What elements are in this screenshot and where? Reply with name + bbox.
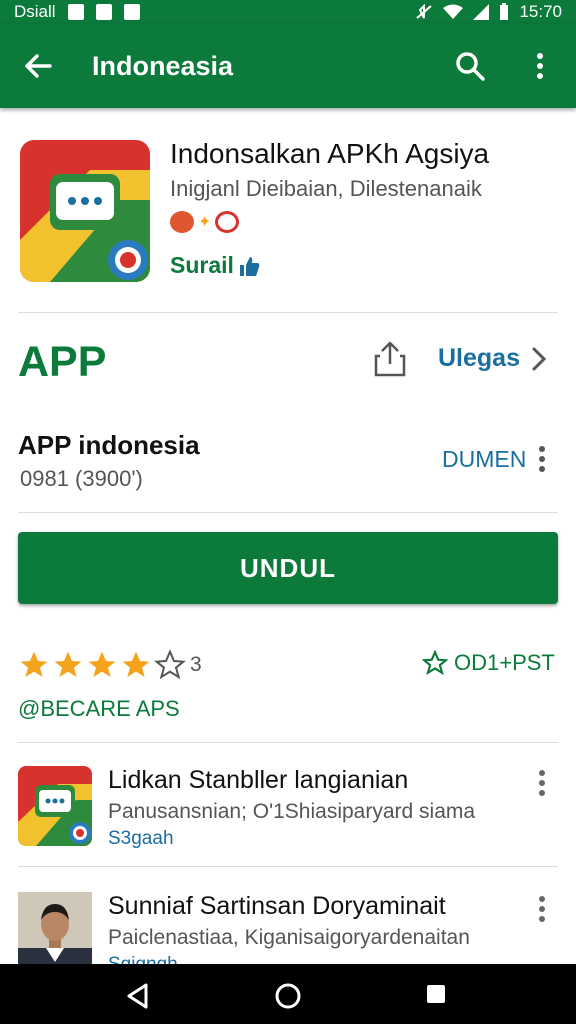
nav-recents-icon[interactable] [424,982,448,1006]
chevron-right-icon[interactable] [528,344,550,374]
app-tag-label: Surail [170,252,234,278]
notification-icon [67,4,84,20]
rating-stars: 3 [18,646,202,684]
star-filled-icon [54,651,82,677]
app-bar: Indoneasia [0,24,576,108]
star-filled-icon [20,651,48,677]
wishlist-label: OD1+PST [454,650,555,675]
star-empty-icon [154,649,186,680]
section-label: @BECARE APS [18,696,180,721]
update-link[interactable]: Ulegas [438,344,520,373]
person-avatar [18,892,92,972]
more-vert-icon[interactable] [536,768,548,798]
badge-icon [170,211,194,233]
developer-name: APP indonesia [18,430,200,460]
list-item-tag: S3gaah [108,828,174,849]
carrier-label: Dsiall [14,2,56,21]
app-developer-line: Inigjanl Dieibaian, Dilestenanaik [170,176,482,201]
divider [18,742,558,743]
app-label: APP [18,338,107,386]
wishlist-button[interactable]: OD1+PST [422,650,555,676]
app-bar-title: Indoneasia [92,51,234,81]
install-button[interactable]: UNDUL [18,532,558,604]
app-title: Indonsalkan APKh Agsiya [170,138,490,169]
battery-icon [500,3,509,20]
divider [18,866,558,867]
mute-icon [416,4,433,19]
search-icon[interactable] [454,50,486,82]
list-item-title: Sunniaf Sartinsan Doryaminait [108,892,446,920]
nav-home-icon[interactable] [274,982,302,1010]
back-arrow-icon[interactable] [22,50,54,82]
share-icon[interactable] [372,340,408,378]
star-filled-icon [88,651,116,677]
app-tag[interactable]: Surail [170,252,260,279]
list-item-title: Lidkan Stanbller langianian [108,766,409,794]
status-time: 15:70 [519,2,562,21]
system-nav-bar [0,964,576,1024]
list-item-subtitle: Paiclenastiaa, Kiganisaigoryardenaitan [108,926,470,949]
thumbs-up-icon [239,256,260,276]
notification-icon [95,4,112,20]
more-vert-icon[interactable] [536,894,548,924]
star-outline-icon [422,650,448,676]
rating-count: 3 [190,653,202,676]
divider [18,512,558,513]
badge-icon [215,211,240,233]
list-item-subtitle: Panusansnian; O'1Shiasiparyard siama [108,800,476,823]
app-icon [20,140,150,282]
nav-back-icon[interactable] [124,982,152,1010]
plus-icon: ✦ [198,214,212,231]
star-filled-icon [122,651,150,677]
notification-icon [123,4,140,20]
status-bar: Dsiall 15:70 [0,0,576,24]
signal-icon [473,4,490,20]
list-item[interactable]: Lidkan Stanbller langianian Panusansnian… [0,766,576,866]
developer-number: 0981 (3900') [20,466,143,491]
wifi-icon [443,4,464,19]
badge-row: ✦ [170,208,240,236]
divider [18,312,558,313]
app-thumbnail [18,766,92,846]
more-vert-icon[interactable] [528,50,552,82]
more-vert-icon[interactable] [536,444,548,474]
developer-action[interactable]: DUMEN [442,446,526,473]
